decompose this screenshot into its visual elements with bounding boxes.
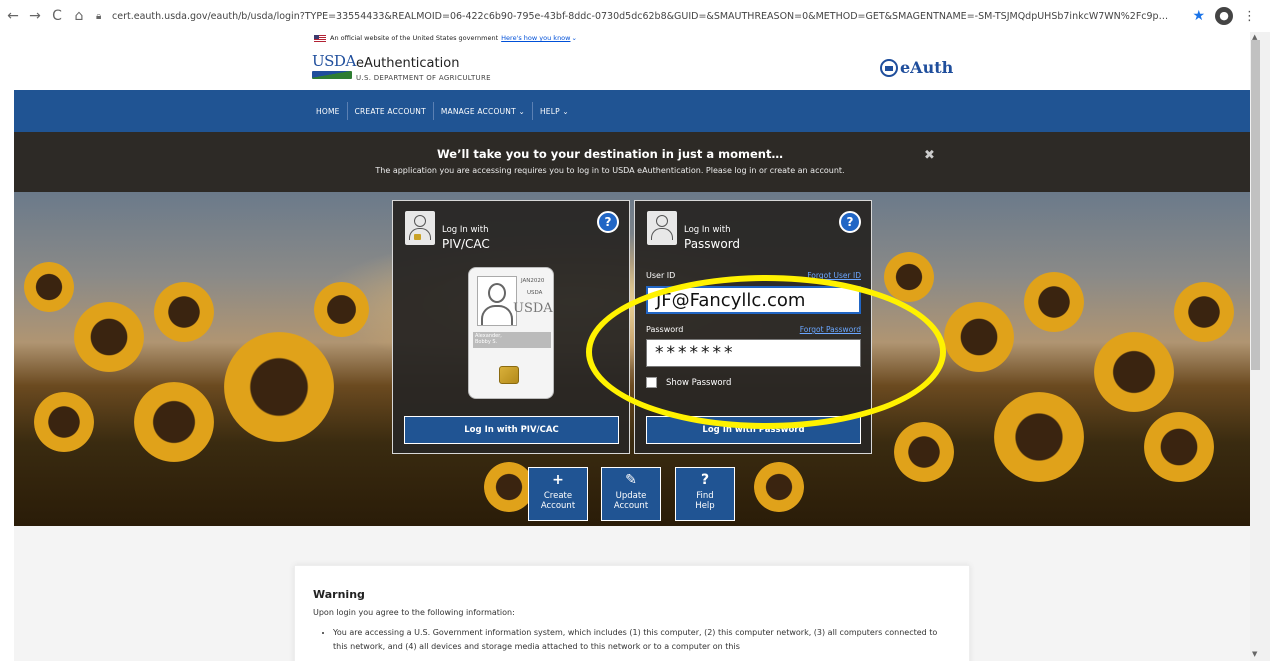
find-help-button[interactable]: ? Find Help — [675, 467, 735, 521]
sunflower-decoration — [994, 392, 1084, 482]
id-card-name: Alexander, Bobby S. — [475, 333, 502, 345]
sunflower-decoration — [314, 282, 369, 337]
usda-logo-bars — [312, 71, 352, 79]
sunflower-decoration — [1024, 272, 1084, 332]
warning-title: Warning — [313, 588, 365, 601]
warning-intro: Upon login you agree to the following in… — [313, 608, 515, 617]
question-icon: ? — [700, 472, 710, 488]
id-photo-icon — [477, 276, 517, 326]
sunflower-decoration — [224, 332, 334, 442]
chip-icon — [499, 366, 519, 384]
sunflower-decoration — [134, 382, 214, 462]
id-card-usda-small: USDA — [527, 290, 543, 296]
login-piv-button[interactable]: Log In with PIV/CAC — [404, 416, 619, 444]
sunflower-decoration — [754, 462, 804, 512]
back-icon[interactable]: ← — [4, 8, 22, 24]
quick-link-label: Help — [695, 501, 715, 511]
lock-icon: 🔒︎ — [96, 11, 102, 22]
quick-link-label: Account — [540, 501, 576, 511]
gov-banner-link[interactable]: Here's how you know — [501, 34, 570, 42]
home-icon[interactable]: ⌂ — [70, 8, 88, 24]
reload-icon[interactable]: C — [48, 8, 66, 24]
sunflower-decoration — [1144, 412, 1214, 482]
usda-logo-text: USDA — [312, 52, 356, 70]
piv-card-title: PIV/CAC — [442, 237, 490, 251]
sunflower-decoration — [1094, 332, 1174, 412]
close-icon[interactable]: ✖ — [924, 148, 935, 163]
sunflower-decoration — [894, 422, 954, 482]
usda-logo[interactable]: USDA — [312, 52, 356, 82]
sunflower-decoration — [484, 462, 534, 512]
warning-list-item: You are accessing a U.S. Government info… — [333, 626, 943, 654]
plus-icon: + — [552, 472, 564, 488]
notice-text: The application you are accessing requir… — [375, 166, 845, 175]
warning-list: You are accessing a U.S. Government info… — [323, 626, 943, 654]
forward-icon[interactable]: → — [26, 8, 44, 24]
id-card-illustration: JAN2020 USDA USDA Alexander, Bobby S. — [468, 267, 554, 399]
highlight-annotation — [586, 275, 946, 429]
main-nav: HOME CREATE ACCOUNT MANAGE ACCOUNT ⌄ HEL… — [14, 90, 1250, 132]
scroll-down-icon[interactable]: ▼ — [1252, 650, 1257, 658]
notice-banner: We’ll take you to your destination in ju… — [14, 132, 1250, 192]
site-subtitle: U.S. DEPARTMENT OF AGRICULTURE — [356, 74, 491, 82]
sunflower-decoration — [24, 262, 74, 312]
id-card-usda-large: USDA — [513, 301, 553, 316]
user-id-label: User ID — [646, 271, 676, 280]
sunflower-decoration — [154, 282, 214, 342]
page: An official website of the United States… — [14, 32, 1250, 661]
address-bar[interactable]: 🔒︎ cert.eauth.usda.gov/eauth/b/usda/logi… — [96, 5, 1184, 27]
user-icon — [647, 211, 677, 245]
nav-manage-account[interactable]: MANAGE ACCOUNT ⌄ — [434, 102, 533, 120]
browser-toolbar: ← → C ⌂ 🔒︎ cert.eauth.usda.gov/eauth/b/u… — [0, 0, 1270, 32]
warning-panel: Warning Upon login you agree to the foll… — [294, 565, 970, 661]
sunflower-decoration — [1174, 282, 1234, 342]
scroll-up-icon[interactable]: ▲ — [1252, 33, 1257, 41]
update-account-button[interactable]: ✎ Update Account — [601, 467, 661, 521]
sunflower-decoration — [944, 302, 1014, 372]
browser-menu-icon[interactable]: ⋮ — [1243, 9, 1256, 24]
notice-title: We’ll take you to your destination in ju… — [437, 147, 783, 161]
site-header: USDA eAuthentication U.S. DEPARTMENT OF … — [14, 44, 1250, 90]
nav-home[interactable]: HOME — [309, 102, 348, 120]
site-title: eAuthentication — [356, 56, 460, 71]
password-card-title: Password — [684, 237, 741, 251]
eauth-brand-text: eAuth — [900, 58, 954, 77]
help-icon[interactable]: ? — [839, 211, 861, 233]
scrollbar-thumb[interactable] — [1251, 40, 1260, 370]
quick-link-label: Update — [615, 491, 647, 501]
us-flag-icon — [314, 34, 326, 42]
quick-link-label: Create — [543, 491, 573, 501]
quick-link-label: Account — [613, 501, 649, 511]
id-card-date: JAN2020 — [521, 278, 545, 284]
help-icon[interactable]: ? — [597, 211, 619, 233]
gov-banner: An official website of the United States… — [314, 34, 577, 42]
eauth-brand[interactable]: eAuth — [880, 58, 953, 77]
sunflower-decoration — [34, 392, 94, 452]
sunflower-decoration — [884, 252, 934, 302]
gov-banner-text: An official website of the United States… — [330, 34, 499, 42]
password-card-caption: Log In with — [684, 225, 731, 235]
capitol-icon — [880, 58, 898, 77]
piv-card-caption: Log In with — [442, 225, 489, 235]
nav-help[interactable]: HELP ⌄ — [533, 102, 576, 120]
create-account-button[interactable]: + Create Account — [528, 467, 588, 521]
bookmark-star-icon[interactable]: ★ — [1192, 8, 1205, 24]
pencil-icon: ✎ — [625, 472, 637, 488]
quick-link-label: Find — [696, 491, 714, 501]
nav-create-account[interactable]: CREATE ACCOUNT — [348, 102, 434, 120]
chevron-down-icon: ⌄ — [571, 34, 577, 42]
sunflower-decoration — [74, 302, 144, 372]
smartcard-icon — [405, 211, 435, 245]
url-text: cert.eauth.usda.gov/eauth/b/usda/login?T… — [112, 10, 1172, 22]
account-icon[interactable]: ● — [1215, 7, 1233, 25]
